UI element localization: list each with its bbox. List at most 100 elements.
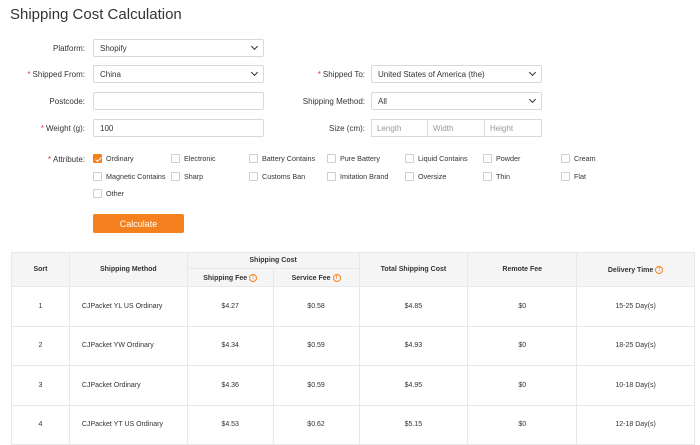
attribute-imitation-brand[interactable]: Imitation Brand — [327, 172, 388, 181]
cell-shipping-fee: $4.27 — [186, 286, 274, 327]
cell-shipping-fee: $4.53 — [186, 404, 274, 445]
cell-method: CJPacket YT US Ordinary — [68, 404, 188, 445]
cell-method: CJPacket YL US Ordinary — [68, 286, 188, 327]
cell-sort: 1 — [11, 286, 70, 327]
results-table: Sort Shipping Method Shipping Cost Total… — [11, 252, 695, 445]
header-service-fee: Service Fee! — [272, 268, 360, 287]
cell-total: $5.15 — [358, 404, 469, 445]
attribute-pure-battery[interactable]: Pure Battery — [327, 154, 380, 163]
cell-remote-fee: $0 — [467, 286, 578, 327]
attribute-flat[interactable]: Flat — [561, 172, 586, 181]
header-total-shipping-cost: Total Shipping Cost — [358, 252, 469, 287]
table-row: 4 CJPacket YT US Ordinary $4.53 $0.62 $5… — [11, 404, 695, 445]
platform-select[interactable]: Shopify — [93, 39, 264, 57]
cell-service-fee: $0.58 — [272, 286, 360, 327]
cell-sort: 4 — [11, 404, 70, 445]
table-row: 2 CJPacket YW Ordinary $4.34 $0.59 $4.93… — [11, 325, 695, 366]
shipping-method-select[interactable]: All — [371, 92, 542, 110]
checkbox-icon[interactable] — [405, 154, 414, 163]
weight-input[interactable]: 100 — [93, 119, 264, 137]
attribute-thin[interactable]: Thin — [483, 172, 510, 181]
checkbox-icon[interactable] — [405, 172, 414, 181]
cell-method: CJPacket Ordinary — [68, 365, 188, 406]
header-delivery-time: Delivery Time! — [576, 252, 695, 287]
checkbox-icon[interactable] — [561, 154, 570, 163]
attribute-cream[interactable]: Cream — [561, 154, 596, 163]
chevron-down-icon — [528, 68, 537, 77]
header-sort: Sort — [11, 252, 70, 287]
attribute-battery-contains[interactable]: Battery Contains — [249, 154, 315, 163]
chevron-down-icon — [250, 68, 259, 77]
info-icon[interactable]: ! — [249, 273, 258, 282]
attribute-oversize[interactable]: Oversize — [405, 172, 446, 181]
cell-sort: 3 — [11, 365, 70, 406]
cell-remote-fee: $0 — [467, 404, 578, 445]
shipped-to-select[interactable]: United States of America (the) — [371, 65, 542, 83]
checkbox-icon[interactable] — [171, 172, 180, 181]
checkbox-icon[interactable] — [249, 154, 258, 163]
cell-total: $4.93 — [358, 325, 469, 366]
checkbox-icon[interactable] — [171, 154, 180, 163]
checkbox-icon[interactable] — [93, 189, 102, 198]
postcode-input[interactable] — [93, 92, 264, 110]
attribute-liquid-contains[interactable]: Liquid Contains — [405, 154, 468, 163]
cell-total: $4.85 — [358, 286, 469, 327]
attribute-sharp[interactable]: Sharp — [171, 172, 203, 181]
attribute-customs-ban[interactable]: Customs Ban — [249, 172, 305, 181]
cell-total: $4.95 — [358, 365, 469, 406]
chevron-down-icon — [528, 95, 537, 104]
header-remote-fee: Remote Fee — [467, 252, 578, 287]
checkbox-icon[interactable] — [561, 172, 570, 181]
length-input[interactable]: Length — [371, 119, 428, 137]
info-icon[interactable]: ! — [332, 273, 341, 282]
cell-delivery-time: 18-25 Day(s) — [576, 325, 695, 366]
shipping-method-label: Shipping Method: — [302, 97, 365, 106]
platform-label: Platform: — [52, 44, 85, 53]
shipped-from-value: China — [100, 69, 121, 79]
size-label: Size (cm): — [329, 124, 365, 133]
table-row: 1 CJPacket YL US Ordinary $4.27 $0.58 $4… — [11, 286, 695, 327]
chevron-down-icon — [250, 42, 259, 51]
height-input[interactable]: Height — [485, 119, 542, 137]
size-inputs: Length Width Height — [371, 119, 542, 137]
header-shipping-cost: Shipping Cost — [186, 252, 360, 269]
width-input[interactable]: Width — [428, 119, 485, 137]
checkbox-icon[interactable] — [327, 154, 336, 163]
cell-delivery-time: 15-25 Day(s) — [576, 286, 695, 327]
attribute-label: * Attribute: — [47, 155, 85, 164]
cell-shipping-fee: $4.34 — [186, 325, 274, 366]
table-row: 3 CJPacket Ordinary $4.36 $0.59 $4.95 $0… — [11, 365, 695, 406]
cell-delivery-time: 10-18 Day(s) — [576, 365, 695, 406]
attribute-electronic[interactable]: Electronic — [171, 154, 216, 163]
weight-label: * Weight (g): — [40, 124, 85, 133]
shipped-to-label: * Shipped To: — [317, 70, 365, 79]
platform-value: Shopify — [100, 43, 127, 53]
cell-remote-fee: $0 — [467, 365, 578, 406]
cell-delivery-time: 12-18 Day(s) — [576, 404, 695, 445]
header-shipping-method: Shipping Method — [68, 252, 188, 287]
cell-sort: 2 — [11, 325, 70, 366]
attribute-powder[interactable]: Powder — [483, 154, 520, 163]
cell-service-fee: $0.59 — [272, 365, 360, 406]
shipped-to-value: United States of America (the) — [378, 69, 485, 79]
checkbox-icon[interactable] — [483, 172, 492, 181]
info-icon[interactable]: ! — [655, 265, 664, 274]
postcode-label: Postcode: — [49, 97, 85, 106]
shipping-method-value: All — [378, 96, 387, 106]
calculate-button[interactable]: Calculate — [93, 214, 184, 233]
cell-service-fee: $0.62 — [272, 404, 360, 445]
attribute-ordinary[interactable]: Ordinary — [93, 154, 134, 163]
cell-shipping-fee: $4.36 — [186, 365, 274, 406]
attribute-magnetic-contains[interactable]: Magnetic Contains — [93, 172, 166, 181]
checkbox-checked-icon[interactable] — [93, 154, 102, 163]
checkbox-icon[interactable] — [249, 172, 258, 181]
header-shipping-fee: Shipping Fee! — [186, 268, 274, 287]
attribute-other[interactable]: Other — [93, 189, 124, 198]
cell-remote-fee: $0 — [467, 325, 578, 366]
page-title: Shipping Cost Calculation — [10, 6, 182, 23]
checkbox-icon[interactable] — [483, 154, 492, 163]
shipped-from-label: * Shipped From: — [27, 70, 85, 79]
checkbox-icon[interactable] — [327, 172, 336, 181]
shipped-from-select[interactable]: China — [93, 65, 264, 83]
checkbox-icon[interactable] — [93, 172, 102, 181]
